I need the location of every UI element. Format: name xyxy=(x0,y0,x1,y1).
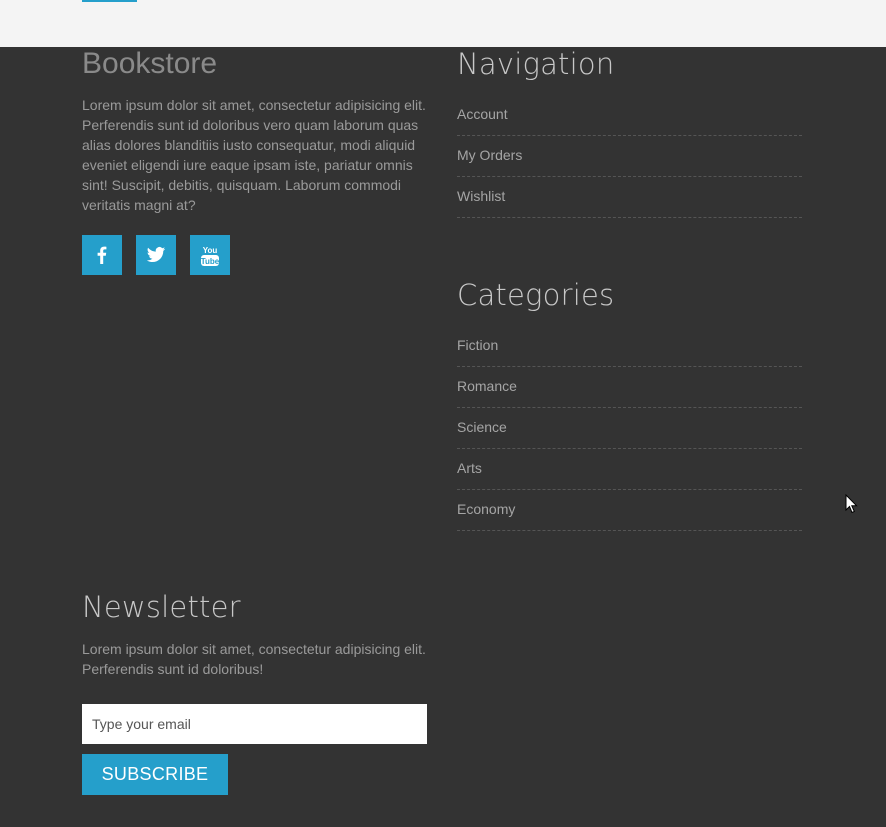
youtube-icon-top-text: You xyxy=(203,246,218,255)
navigation-list: Account My Orders Wishlist xyxy=(457,95,802,218)
nav-link-account[interactable]: Account xyxy=(457,95,802,136)
footer: Bookstore Lorem ipsum dolor sit amet, co… xyxy=(0,47,886,827)
subscribe-button[interactable]: SUBSCRIBE xyxy=(82,754,228,795)
categories-title: Categories xyxy=(457,278,615,312)
twitter-icon xyxy=(146,247,166,263)
email-input[interactable] xyxy=(82,704,427,744)
youtube-icon-bottom-text: Tube xyxy=(201,257,220,266)
about-text: Lorem ipsum dolor sit amet, consectetur … xyxy=(82,97,426,213)
accent-strip xyxy=(82,0,137,2)
category-link-fiction[interactable]: Fiction xyxy=(457,326,802,367)
nav-link-my-orders[interactable]: My Orders xyxy=(457,136,802,177)
categories-list: Fiction Romance Science Arts Economy xyxy=(457,326,802,531)
nav-link-wishlist[interactable]: Wishlist xyxy=(457,177,802,218)
mouse-cursor-icon xyxy=(845,494,858,514)
twitter-button[interactable] xyxy=(136,235,176,275)
newsletter-text: Lorem ipsum dolor sit amet, consectetur … xyxy=(82,641,426,677)
top-bar xyxy=(0,0,886,47)
category-link-science[interactable]: Science xyxy=(457,408,802,449)
social-links: You Tube xyxy=(82,235,230,275)
category-link-romance[interactable]: Romance xyxy=(457,367,802,408)
youtube-icon: You Tube xyxy=(201,246,220,266)
newsletter-title: Newsletter xyxy=(82,590,241,624)
youtube-button[interactable]: You Tube xyxy=(190,235,230,275)
brand-title: Bookstore xyxy=(82,47,218,80)
navigation-title: Navigation xyxy=(457,47,615,81)
facebook-button[interactable] xyxy=(82,235,122,275)
category-link-arts[interactable]: Arts xyxy=(457,449,802,490)
facebook-icon xyxy=(97,246,107,264)
category-link-economy[interactable]: Economy xyxy=(457,490,802,531)
